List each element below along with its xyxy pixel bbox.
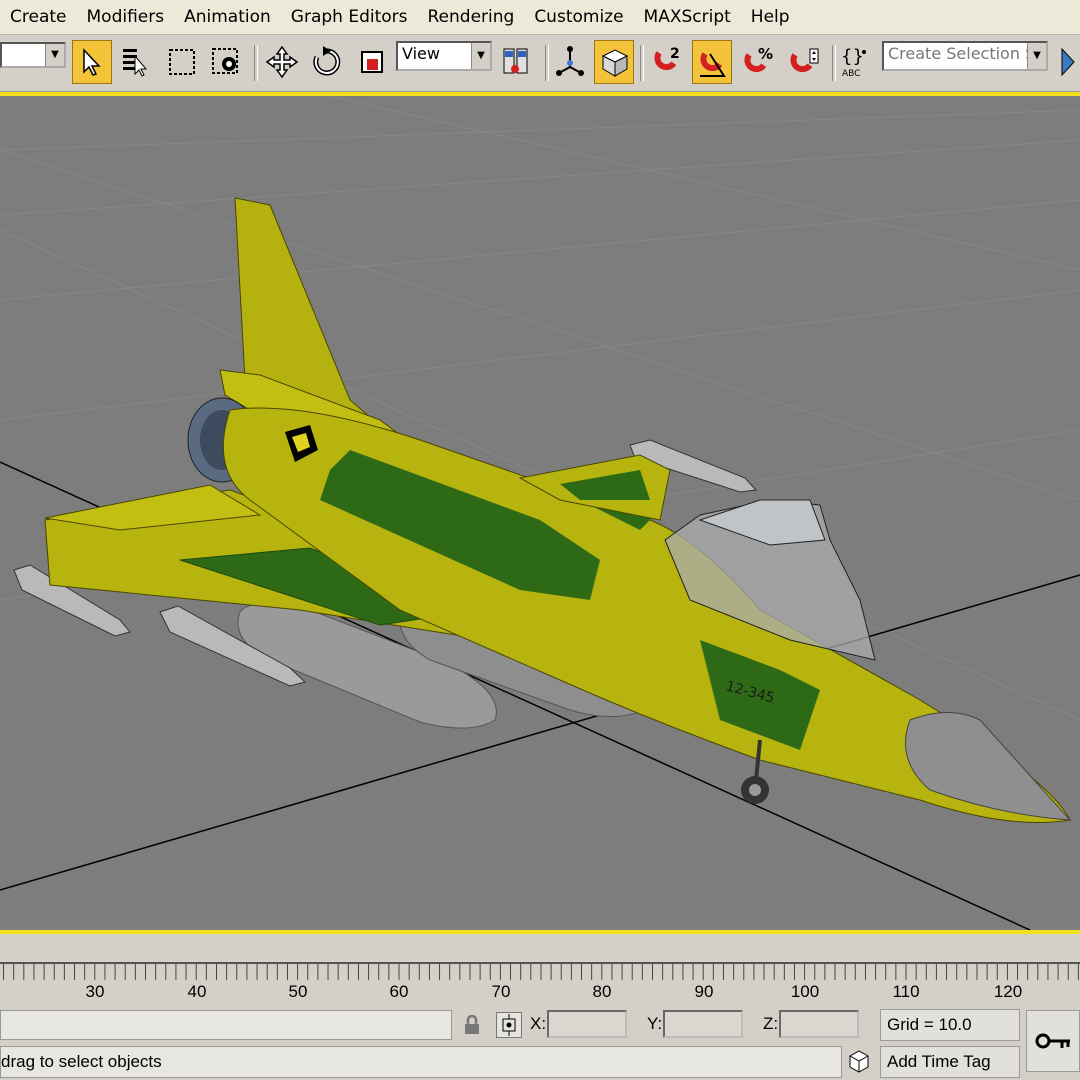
main-toolbar: ▼ View ▼ 2 % {} ABC Create Selection Set…	[0, 35, 1080, 92]
menu-help[interactable]: Help	[741, 0, 800, 34]
edit-named-selection-button[interactable]: {} ABC	[836, 40, 876, 84]
abc-label: ABC	[842, 69, 860, 79]
select-object-button[interactable]	[72, 40, 112, 84]
create-selection-set-dropdown[interactable]: Create Selection Set ▼	[882, 41, 1048, 71]
spinner-snap-toggle-button[interactable]	[784, 40, 824, 84]
move-icon	[265, 45, 299, 79]
snap-dimension-label: 2	[670, 46, 680, 62]
add-time-tag-label: Add Time Tag	[887, 1052, 991, 1071]
time-tag-icon[interactable]	[846, 1048, 874, 1076]
angle-snap-icon	[700, 52, 726, 77]
percent-label: %	[758, 45, 773, 63]
select-by-name-button[interactable]	[116, 40, 156, 84]
tick-label: 50	[288, 982, 308, 1001]
scale-icon	[361, 51, 383, 73]
magnet-snap-icon: 2	[654, 46, 680, 71]
svg-text:{}: {}	[841, 46, 864, 67]
percent-snap-icon: %	[744, 45, 773, 73]
key-icon	[1035, 1033, 1070, 1049]
grid-spacing-display: Grid = 10.0	[880, 1009, 1020, 1041]
tick-label: 70	[491, 982, 511, 1001]
viewport-scene: 12-345	[0, 96, 1080, 930]
toolbar-separator	[640, 45, 644, 81]
ruler-ticks	[0, 962, 1080, 980]
rectangle-selection-icon	[169, 49, 195, 75]
menu-modifiers[interactable]: Modifiers	[77, 0, 175, 34]
rotate-icon	[313, 46, 341, 76]
tick-label: 120	[993, 982, 1023, 1001]
status-bar-coords: X: Y: Z: Grid = 10.0	[0, 1006, 1080, 1044]
mirror-button[interactable]	[1056, 40, 1080, 84]
menu-bar: Create Modifiers Animation Graph Editors…	[0, 0, 1080, 35]
prompt-text: drag to select objects	[1, 1052, 162, 1071]
tick-label: 110	[892, 982, 920, 1001]
add-time-tag-button[interactable]: Add Time Tag	[880, 1046, 1020, 1078]
menu-rendering[interactable]: Rendering	[418, 0, 525, 34]
tick-label: 100	[790, 982, 820, 1001]
manipulate-icon	[556, 46, 584, 76]
toolbar-separator	[254, 45, 258, 81]
grid-spacing-text: Grid = 10.0	[887, 1015, 972, 1034]
select-and-rotate-button[interactable]	[306, 40, 346, 84]
pivot-center-icon	[503, 48, 528, 74]
selection-info-field	[0, 1010, 452, 1040]
chevron-down-icon: ▼	[1027, 43, 1046, 69]
tick-label: 30	[85, 982, 105, 1001]
mirror-icon	[1061, 47, 1075, 77]
reference-coordinate-value: View	[402, 44, 440, 63]
toolbar-separator	[545, 45, 549, 81]
snaps-toggle-button[interactable]: 2	[646, 40, 686, 84]
set-key-button[interactable]	[1026, 1010, 1080, 1072]
window-crossing-button[interactable]	[206, 40, 246, 84]
named-selection-icon: {} ABC	[841, 46, 866, 79]
select-and-move-button[interactable]	[262, 40, 302, 84]
timeline-ruler[interactable]: 30 40 50 60 70 80 90 100 110 120	[0, 962, 1080, 1006]
tick-label: 60	[389, 982, 409, 1001]
percent-snap-toggle-button[interactable]: %	[738, 40, 778, 84]
menu-customize[interactable]: Customize	[524, 0, 633, 34]
menu-graph-editors[interactable]: Graph Editors	[281, 0, 418, 34]
z-label: Z:	[763, 1014, 779, 1033]
menu-maxscript[interactable]: MAXScript	[634, 0, 741, 34]
status-bar-prompt: drag to select objects Add Time Tag	[0, 1046, 1080, 1080]
x-coordinate-input[interactable]	[547, 1010, 627, 1038]
chevron-down-icon: ▼	[45, 44, 64, 66]
window-crossing-icon	[212, 48, 238, 74]
select-by-name-icon	[123, 49, 148, 77]
y-label: Y:	[647, 1014, 663, 1033]
tick-label: 90	[694, 982, 714, 1001]
lock-icon[interactable]	[462, 1014, 482, 1040]
select-and-scale-button[interactable]	[352, 40, 392, 84]
angle-snap-toggle-button[interactable]	[692, 40, 732, 84]
cursor-arrow-icon	[83, 48, 101, 76]
absolute-mode-toggle[interactable]	[496, 1012, 522, 1038]
absolute-mode-icon	[502, 1014, 516, 1036]
x-label: X:	[530, 1014, 547, 1033]
perspective-viewport[interactable]: 12-345	[0, 92, 1080, 934]
selection-filter-dropdown[interactable]: ▼	[0, 42, 66, 68]
z-coordinate-input[interactable]	[779, 1010, 859, 1038]
rectangular-selection-button[interactable]	[162, 40, 202, 84]
spinner-snap-icon	[790, 48, 819, 73]
aircraft-model[interactable]: 12-345	[13, 197, 1072, 823]
keyboard-shortcut-override-button[interactable]	[594, 40, 634, 84]
keyboard-override-icon	[601, 49, 629, 77]
reference-coordinate-dropdown[interactable]: View ▼	[396, 41, 492, 71]
select-and-manipulate-button[interactable]	[550, 40, 590, 84]
y-coordinate-input[interactable]	[663, 1010, 743, 1038]
tick-label: 40	[187, 982, 207, 1001]
tick-label: 80	[592, 982, 612, 1001]
chevron-down-icon: ▼	[471, 43, 490, 69]
use-pivot-center-button[interactable]	[496, 40, 536, 84]
selection-set-placeholder: Create Selection Set	[888, 44, 1048, 63]
menu-create[interactable]: Create	[0, 0, 77, 34]
prompt-line: drag to select objects	[0, 1046, 842, 1078]
menu-animation[interactable]: Animation	[174, 0, 281, 34]
